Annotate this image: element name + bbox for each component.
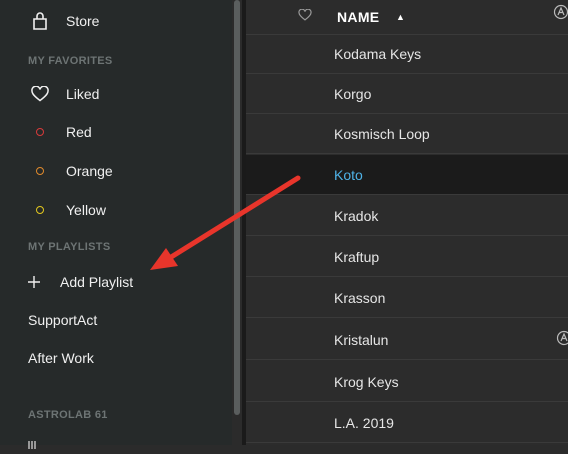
plus-icon: [24, 272, 44, 292]
yellow-circle-icon: [30, 200, 50, 220]
sidebar-item-after-work[interactable]: After Work: [28, 350, 94, 366]
sidebar-item-yellow[interactable]: Yellow: [0, 195, 232, 225]
preset-name: Krog Keys: [334, 374, 399, 390]
sidebar-item-label: Liked: [66, 86, 99, 102]
preset-name: L.A. 2019: [334, 415, 394, 431]
heart-column-icon[interactable]: [298, 8, 312, 26]
shopping-bag-icon: [30, 11, 50, 31]
device-icon: [28, 436, 40, 445]
list-item-kodama-keys[interactable]: Kodama Keys: [246, 34, 568, 74]
section-header-device: ASTROLAB 61: [28, 409, 108, 421]
list-item-kristalun[interactable]: Kristalun: [246, 320, 568, 360]
preset-name: Korgo: [334, 86, 371, 102]
orange-circle-icon: [30, 161, 50, 181]
add-playlist-button[interactable]: Add Playlist: [0, 267, 232, 297]
sidebar-item-label: Red: [66, 124, 92, 140]
sidebar-item-red[interactable]: Red: [0, 117, 232, 147]
list-item-kraftup[interactable]: Kraftup: [246, 237, 568, 277]
sidebar-item-orange[interactable]: Orange: [0, 156, 232, 186]
preset-name: Koto: [334, 167, 363, 183]
sidebar-item-liked[interactable]: Liked: [0, 79, 232, 109]
preset-name: Krasson: [334, 290, 385, 306]
preset-name: Kristalun: [334, 332, 388, 348]
list-item-kradok[interactable]: Kradok: [246, 196, 568, 236]
preset-list: NAME ▲ Kodama Keys Korgo Kosmisch Loop K…: [246, 0, 568, 445]
sidebar: Store MY FAVORITES Liked Red Orange Yell…: [0, 0, 232, 445]
list-item-korgo[interactable]: Korgo: [246, 74, 568, 114]
preset-name: Kraftup: [334, 249, 379, 265]
sidebar-item-label: Yellow: [66, 202, 106, 218]
heart-icon: [30, 84, 50, 104]
sidebar-item-store[interactable]: Store: [0, 6, 232, 36]
preset-name: Kradok: [334, 208, 378, 224]
list-item-kosmisch-loop[interactable]: Kosmisch Loop: [246, 114, 568, 154]
sidebar-item-label: Orange: [66, 163, 113, 179]
list-header: NAME ▲: [246, 0, 568, 35]
list-item-krog-keys[interactable]: Krog Keys: [246, 362, 568, 402]
add-playlist-label: Add Playlist: [60, 274, 133, 290]
list-item-krasson[interactable]: Krasson: [246, 278, 568, 318]
sidebar-scrollbar[interactable]: [234, 0, 240, 415]
red-circle-icon: [30, 122, 50, 142]
list-item-koto-selected[interactable]: Koto: [246, 155, 568, 195]
section-header-playlists: MY PLAYLISTS: [28, 241, 110, 253]
list-item-la-2019[interactable]: L.A. 2019: [246, 403, 568, 443]
name-column-header[interactable]: NAME: [337, 9, 379, 25]
sidebar-item-label: Store: [66, 13, 99, 29]
preset-name: Kosmisch Loop: [334, 126, 430, 142]
arturia-logo-icon: [556, 330, 568, 351]
section-header-favorites: MY FAVORITES: [28, 55, 112, 67]
arturia-logo-icon: [553, 4, 568, 25]
preset-name: Kodama Keys: [334, 46, 421, 62]
sidebar-item-supportact[interactable]: SupportAct: [28, 312, 97, 328]
sort-ascending-icon: ▲: [396, 12, 405, 22]
